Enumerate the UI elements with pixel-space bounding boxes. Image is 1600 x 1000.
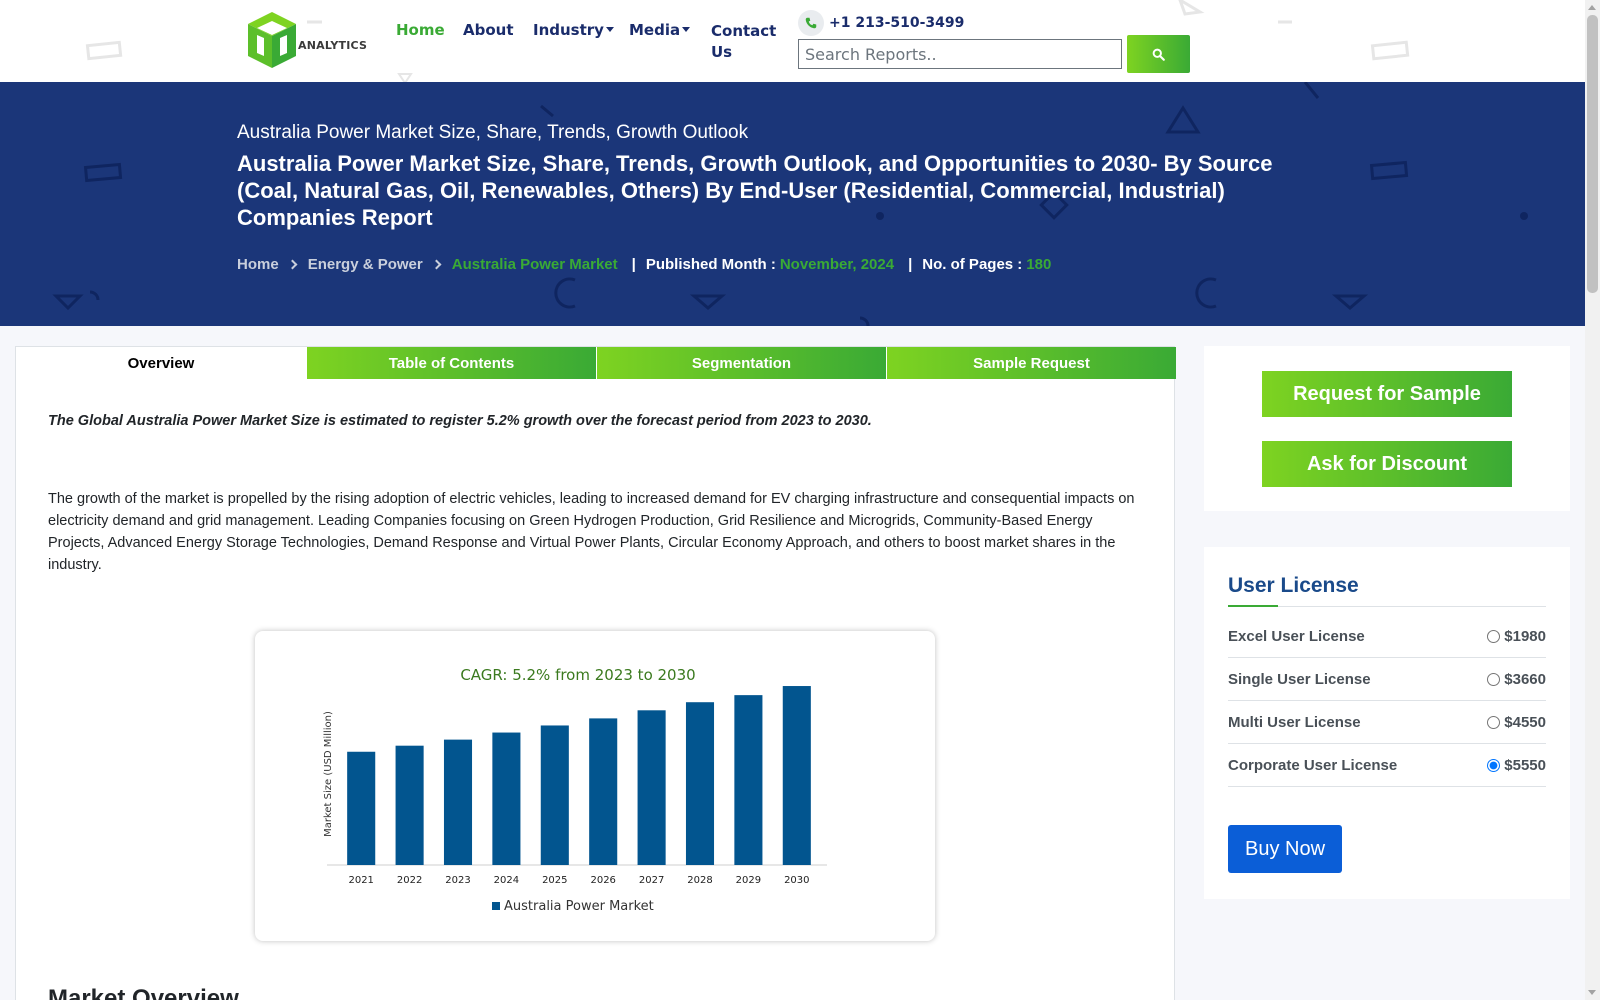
breadcrumb-category[interactable]: Energy & Power [308,256,423,273]
nav-media-label: Media [629,21,681,39]
chevron-right-icon [431,259,442,270]
page-scrollbar[interactable] [1585,0,1600,1000]
published-value: November, 2024 [779,256,895,273]
request-sample-button[interactable]: Request for Sample [1262,371,1512,417]
search-icon [1152,48,1165,61]
license-name: Corporate User License [1228,756,1398,774]
nav-industry[interactable]: Industry [533,21,614,39]
report-content-panel: Overview Table of Contents Segmentation … [15,346,1176,1000]
x-tick-label: 2029 [736,875,761,886]
search-button[interactable] [1127,35,1190,73]
x-tick-label: 2030 [784,875,809,886]
section-title: Market Overview [48,985,239,1000]
x-tick-label: 2026 [590,875,615,886]
chart-bar [347,751,376,865]
buy-now-button[interactable]: Buy Now [1228,825,1342,873]
license-radio[interactable] [1487,715,1501,729]
site-header: ANALYTICS Home About Industry Media Cont… [0,0,1585,82]
phone-contact[interactable]: +1 213-510-3499 [798,10,964,36]
chart-bar [782,686,811,865]
x-tick-label: 2024 [494,875,519,886]
breadcrumb-home[interactable]: Home [237,256,279,273]
license-radio[interactable] [1487,672,1501,686]
license-name: Excel User License [1228,627,1365,645]
chart-bar [492,732,521,865]
x-tick-label: 2027 [639,875,664,886]
tab-overview[interactable]: Overview [16,347,306,379]
market-size-chart: CAGR: 5.2% from 2023 to 2030 Market Size … [255,631,935,941]
chart-bar [637,710,666,865]
chart-bar [685,702,715,865]
chevron-right-icon [287,259,298,270]
title-accent [1228,605,1278,607]
chart-bar [589,718,618,865]
logo-text: ANALYTICS [298,39,368,52]
y-axis-label: Market Size (USD Million) [323,711,334,837]
nav-media[interactable]: Media [629,21,691,39]
ask-discount-button[interactable]: Ask for Discount [1262,441,1512,487]
breadcrumb: Home Energy & Power Australia Power Mark… [237,256,1051,273]
chart-bar [395,745,424,865]
market-description: The growth of the market is propelled by… [48,491,1135,573]
license-price: $3660 [1504,670,1546,688]
license-title: User License [1228,574,1359,597]
report-banner: Australia Power Market Size, Share, Tren… [0,82,1585,326]
license-row-single[interactable]: Single User License $3660 [1228,658,1546,701]
x-tick-label: 2023 [445,875,470,886]
x-tick-label: 2025 [542,875,567,886]
chart-bar [540,725,569,865]
license-name: Single User License [1228,670,1371,688]
license-price: $1980 [1504,627,1546,645]
x-tick-label: 2028 [687,875,712,886]
x-tick-label: 2021 [348,875,373,886]
divider: | [908,256,913,273]
nav-industry-label: Industry [533,21,604,39]
caret-down-icon [682,27,691,32]
report-subtitle: Australia Power Market Size, Share, Tren… [237,122,749,143]
scroll-up-icon[interactable] [1588,5,1596,10]
decorative-shapes [85,0,1410,82]
search-input[interactable] [798,39,1122,69]
bar-chart: CAGR: 5.2% from 2023 to 2030 Market Size … [323,666,827,914]
chart-bar [443,739,473,865]
license-radio[interactable] [1487,758,1501,772]
breadcrumb-current[interactable]: Australia Power Market [452,256,618,273]
report-title: Australia Power Market Size, Share, Tren… [237,151,1273,230]
license-radio[interactable] [1487,629,1501,643]
license-row-corporate[interactable]: Corporate User License $5550 [1228,744,1546,787]
scroll-down-icon[interactable] [1588,990,1596,995]
caret-down-icon [605,27,614,32]
pages-value: 180 [1026,256,1052,273]
published-label: Published Month : [645,256,776,273]
tab-segmentation[interactable]: Segmentation [596,347,886,379]
scroll-thumb[interactable] [1587,15,1598,293]
growth-summary: The Global Australia Power Market Size i… [48,413,872,429]
license-price: $4550 [1504,713,1546,731]
tab-sample-request[interactable]: Sample Request [886,347,1176,379]
phone-icon [798,10,824,36]
tab-table-of-contents[interactable]: Table of Contents [306,347,596,379]
nav-home[interactable]: Home [396,21,445,39]
report-tabs: Overview Table of Contents Segmentation … [16,347,1176,379]
divider: | [631,256,636,273]
chart-title: CAGR: 5.2% from 2023 to 2030 [460,666,695,684]
nav-contact[interactable]: Contact Us [711,21,781,63]
legend-label: Australia Power Market [504,899,654,914]
chart-bar [734,695,763,865]
license-row-multi[interactable]: Multi User License $4550 [1228,701,1546,744]
x-tick-label: 2022 [397,875,422,886]
license-name: Multi User License [1228,713,1361,731]
legend-swatch [492,902,500,910]
cta-card: Request for Sample Ask for Discount [1204,346,1570,511]
license-price: $5550 [1504,756,1546,774]
license-row-excel[interactable]: Excel User License $1980 [1228,615,1546,658]
nav-about[interactable]: About [463,21,514,39]
license-card: User License Excel User License $1980 Si… [1204,547,1570,899]
phone-number: +1 213-510-3499 [829,15,965,31]
pages-label: No. of Pages : [922,256,1023,273]
